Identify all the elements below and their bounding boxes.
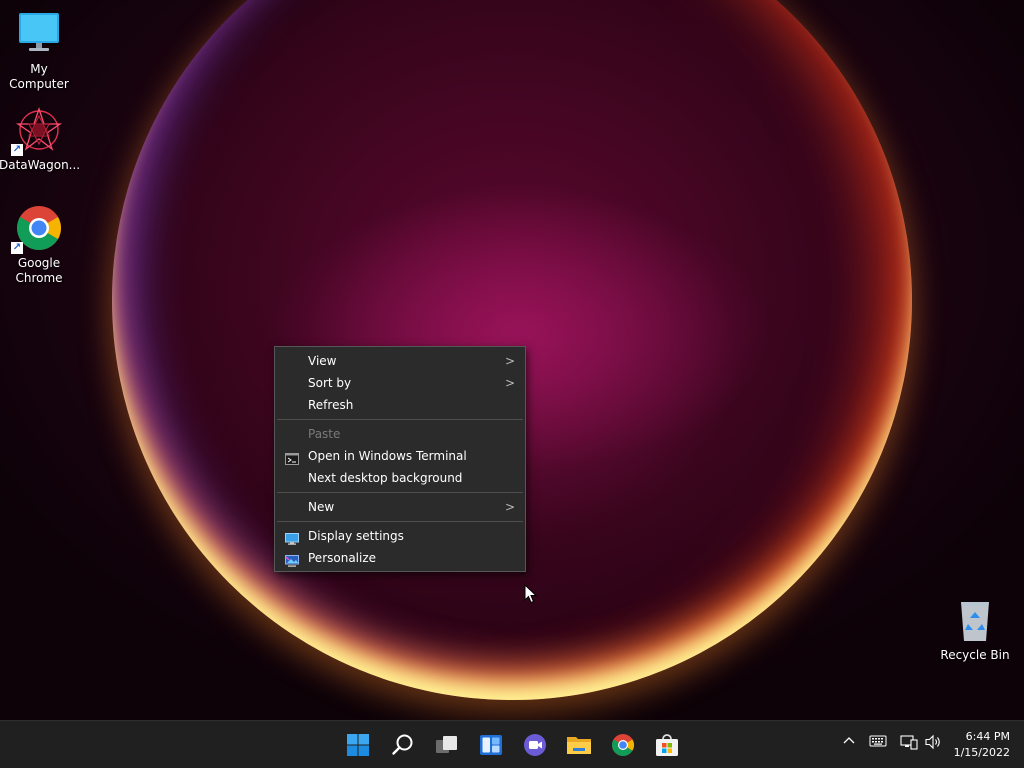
task-view-icon	[436, 736, 457, 753]
volume-tray-button[interactable]	[925, 734, 943, 754]
datawagon-icon: ↗	[11, 106, 63, 156]
keyboard-icon	[869, 735, 887, 747]
menu-item-label: New	[308, 500, 335, 514]
chevron-right-icon: >	[504, 376, 515, 390]
menu-item-view[interactable]: View >	[275, 350, 525, 372]
desktop-icon-my-computer[interactable]: My Computer	[0, 10, 79, 92]
desktop-icon-label: Recycle Bin	[940, 648, 1010, 662]
search-icon	[392, 734, 413, 755]
desktop-context-menu: View > Sort by > Refresh Paste Open in W…	[274, 346, 526, 572]
menu-item-sort-by[interactable]: Sort by >	[275, 372, 525, 394]
chevron-right-icon: >	[504, 500, 515, 514]
menu-item-display-settings[interactable]: Display settings	[275, 525, 525, 547]
menu-item-label: Next desktop background	[308, 471, 463, 485]
monitor-icon	[15, 10, 63, 58]
menu-separator	[277, 521, 523, 522]
volume-icon	[925, 734, 940, 750]
menu-item-label: Refresh	[308, 398, 354, 412]
terminal-icon	[285, 450, 299, 465]
desktop-icon-google-chrome[interactable]: ↗ Google Chrome	[0, 204, 79, 286]
menu-item-label: Open in Windows Terminal	[308, 449, 467, 463]
file-explorer-icon	[567, 737, 591, 754]
menu-item-refresh[interactable]: Refresh	[275, 394, 525, 416]
task-view-button[interactable]	[433, 731, 461, 759]
search-button[interactable]	[389, 731, 417, 759]
chevron-right-icon: >	[504, 354, 515, 368]
widgets-button[interactable]	[477, 731, 505, 759]
taskbar: 6:44 PM 1/15/2022	[0, 720, 1024, 768]
menu-item-next-desktop-background[interactable]: Next desktop background	[275, 467, 525, 489]
menu-item-label: Sort by	[308, 376, 352, 390]
desktop-icon-recycle-bin[interactable]: Recycle Bin	[935, 596, 1015, 663]
desktop-icon-label: My Computer	[9, 62, 69, 91]
desktop-background[interactable]: My Computer ↗ DataWagon... ↗ Google Chro…	[0, 0, 1024, 720]
chrome-taskbar-button[interactable]	[609, 731, 637, 759]
show-hidden-icons-button[interactable]	[842, 734, 856, 752]
menu-item-personalize[interactable]: Personalize	[275, 547, 525, 569]
start-button[interactable]	[344, 731, 372, 759]
store-button[interactable]	[653, 731, 681, 759]
chat-button[interactable]	[521, 731, 549, 759]
menu-item-label: View	[308, 354, 337, 368]
menu-item-label: Display settings	[308, 529, 404, 543]
menu-separator	[277, 419, 523, 420]
menu-item-label: Personalize	[308, 551, 377, 565]
widgets-icon	[480, 735, 502, 755]
personalize-icon	[285, 552, 299, 567]
keyboard-tray-button[interactable]	[869, 734, 887, 752]
chrome-icon: ↗	[11, 204, 63, 254]
clock-time: 6:44 PM	[965, 730, 1010, 743]
chevron-up-icon	[843, 737, 855, 744]
clock-date: 1/15/2022	[953, 746, 1010, 759]
start-icon	[347, 734, 369, 756]
clock[interactable]: 6:44 PM 1/15/2022	[954, 729, 1010, 761]
display-icon	[285, 530, 299, 545]
desktop-icon-label: DataWagon...	[0, 158, 81, 172]
chat-icon	[524, 734, 546, 756]
network-tray-button[interactable]	[900, 734, 918, 754]
file-explorer-button[interactable]	[565, 731, 593, 759]
recycle-bin-icon	[951, 596, 999, 644]
mouse-cursor-icon	[524, 583, 538, 604]
menu-item-open-in-windows-terminal[interactable]: Open in Windows Terminal	[275, 445, 525, 467]
shortcut-arrow-icon: ↗	[11, 144, 23, 156]
menu-item-new[interactable]: New >	[275, 496, 525, 518]
network-icon	[900, 735, 918, 750]
menu-item-paste[interactable]: Paste	[275, 423, 525, 445]
shortcut-arrow-icon: ↗	[11, 242, 23, 254]
menu-separator	[277, 492, 523, 493]
desktop-icon-label: Google Chrome	[15, 256, 63, 285]
desktop-icon-datawagon[interactable]: ↗ DataWagon...	[0, 106, 81, 173]
menu-item-label: Paste	[308, 427, 341, 441]
store-icon	[656, 734, 678, 756]
chrome-icon	[612, 734, 634, 756]
